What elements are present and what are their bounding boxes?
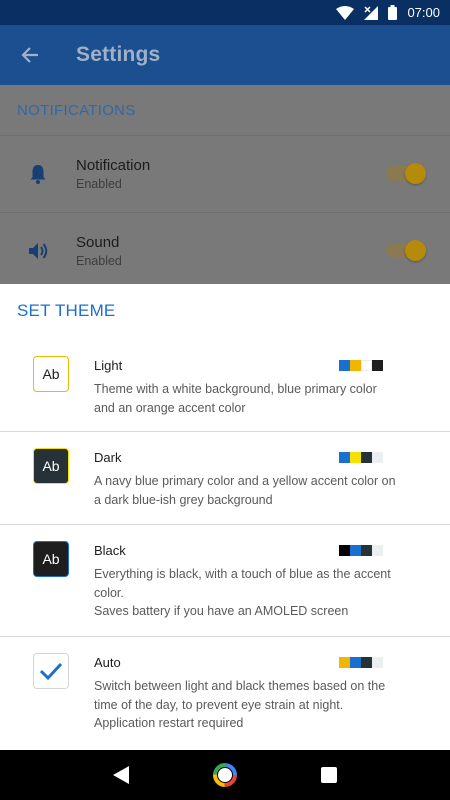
nav-home-icon[interactable] [212,763,237,787]
check-icon [39,662,63,681]
back-button[interactable] [0,25,60,85]
theme-option-auto[interactable]: Auto Switch between light and black them… [0,637,450,750]
theme-swatches [339,657,383,668]
pref-notification[interactable]: Notification Enabled [0,135,450,212]
theme-preview-light: Ab [33,356,69,392]
theme-bottom-sheet: SET THEME Ab Light Theme with a white ba… [0,284,450,750]
bell-icon [30,165,46,184]
theme-description: Theme with a white background, blue prim… [94,382,377,415]
theme-name: Auto [94,655,121,670]
nav-back-icon[interactable] [112,765,130,785]
sheet-title: SET THEME [17,301,116,320]
theme-preview-black: Ab [33,541,69,577]
page-title: Settings [76,43,161,66]
nav-recents-icon[interactable] [320,766,338,784]
arrow-back-icon [21,47,38,63]
section-header-notifications: NOTIFICATIONS [17,101,136,119]
theme-option-light[interactable]: Ab Light Theme with a white background, … [0,338,450,432]
theme-option-black[interactable]: Ab Black Everything is black, with a tou… [0,525,450,637]
theme-name: Black [94,543,126,558]
settings-list: NOTIFICATIONS Notification Enabled Sound… [0,85,450,285]
theme-name: Light [94,358,123,373]
system-nav-bar [0,750,450,800]
sound-toggle[interactable] [386,240,426,261]
pref-sound[interactable]: Sound Enabled [0,212,450,289]
theme-description: Switch between light and black themes ba… [94,679,386,730]
cellular-icon [364,5,379,20]
theme-preview-dark: Ab [33,448,69,484]
status-bar: 07:00 [0,0,450,25]
status-time: 07:00 [407,5,440,20]
theme-swatches [339,452,383,463]
theme-description: Everything is black, with a touch of blu… [94,567,391,618]
speaker-icon [29,243,48,259]
theme-description: A navy blue primary color and a yellow a… [94,474,396,507]
theme-swatches [339,545,383,556]
theme-swatches [339,360,383,371]
app-bar: Settings [0,25,450,85]
notification-toggle[interactable] [386,163,426,184]
theme-option-dark[interactable]: Ab Dark A navy blue primary color and a … [0,432,450,525]
battery-icon [388,5,398,20]
theme-preview-auto [33,653,69,689]
theme-name: Dark [94,450,122,465]
wifi-icon [336,5,355,20]
